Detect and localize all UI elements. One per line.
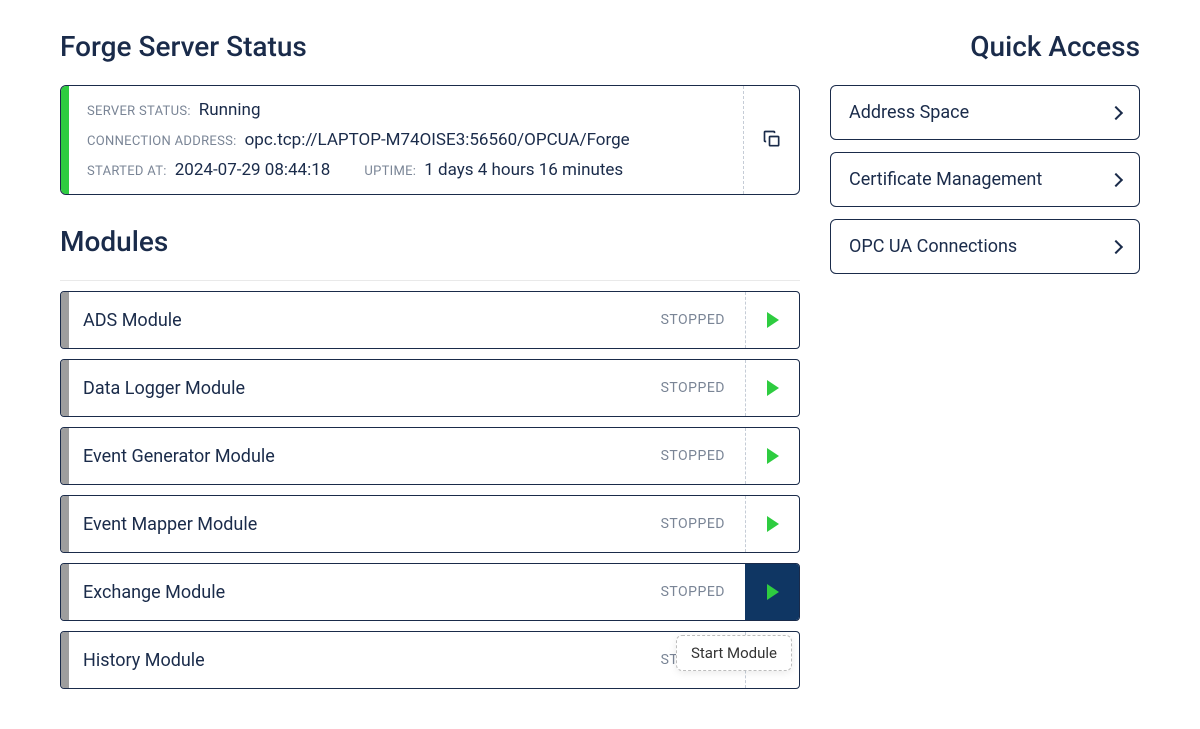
quick-access-label: OPC UA Connections	[849, 236, 1017, 257]
quick-access-list: Address Space Certificate Management OPC U…	[830, 85, 1140, 274]
modules-divider	[60, 280, 800, 281]
module-body: Event Generator Module STOPPED	[69, 428, 745, 484]
quick-access-item[interactable]: Address Space	[830, 85, 1140, 140]
quick-access-item[interactable]: Certificate Management	[830, 152, 1140, 207]
play-icon	[767, 312, 779, 328]
module-status-text: STOPPED	[661, 516, 725, 532]
module-row[interactable]: Exchange Module STOPPED	[60, 563, 800, 621]
module-status-indicator	[61, 564, 69, 620]
module-row[interactable]: Event Generator Module STOPPED	[60, 427, 800, 485]
chevron-right-icon	[1109, 105, 1123, 119]
module-body: Event Mapper Module STOPPED	[69, 496, 745, 552]
module-status-text: STOPPED	[661, 584, 725, 600]
module-name: Exchange Module	[83, 582, 225, 603]
module-status-text: STOPPED	[661, 380, 725, 396]
server-status-title: Forge Server Status	[60, 30, 800, 63]
module-name: Event Generator Module	[83, 446, 275, 467]
copy-icon	[762, 129, 782, 149]
module-status-indicator	[61, 428, 69, 484]
module-status-indicator	[61, 632, 69, 688]
module-body: Data Logger Module STOPPED	[69, 360, 745, 416]
module-row[interactable]: Event Mapper Module STOPPED	[60, 495, 800, 553]
started-at-label: STARTED AT:	[87, 164, 167, 179]
start-module-button[interactable]	[745, 292, 799, 348]
start-module-tooltip: Start Module	[676, 635, 792, 671]
started-at-value: 2024-07-29 08:44:18	[175, 160, 331, 180]
server-status-card: SERVER STATUS: Running CONNECTION ADDRES…	[60, 85, 800, 195]
module-status-text: STOPPED	[661, 312, 725, 328]
module-status-indicator	[61, 496, 69, 552]
play-icon	[767, 516, 779, 532]
module-row[interactable]: Data Logger Module STOPPED	[60, 359, 800, 417]
quick-access-item[interactable]: OPC UA Connections	[830, 219, 1140, 274]
chevron-right-icon	[1109, 172, 1123, 186]
server-status-value: Running	[199, 100, 261, 120]
module-name: ADS Module	[83, 310, 182, 331]
connection-address-value: opc.tcp://LAPTOP-M74OISE3:56560/OPCUA/Fo…	[245, 130, 630, 150]
module-body: ADS Module STOPPED	[69, 292, 745, 348]
module-row[interactable]: ADS Module STOPPED	[60, 291, 800, 349]
copy-address-button[interactable]	[756, 123, 788, 158]
module-name: Data Logger Module	[83, 378, 245, 399]
server-status-label: SERVER STATUS:	[87, 104, 191, 119]
module-status-indicator	[61, 360, 69, 416]
module-name: Event Mapper Module	[83, 514, 257, 535]
play-icon	[767, 584, 779, 600]
quick-access-label: Address Space	[849, 102, 969, 123]
module-body: Exchange Module STOPPED	[69, 564, 745, 620]
module-status-text: STOPPED	[661, 448, 725, 464]
quick-access-title: Quick Access	[830, 30, 1140, 63]
module-status-indicator	[61, 292, 69, 348]
quick-access-label: Certificate Management	[849, 169, 1042, 190]
play-icon	[767, 448, 779, 464]
connection-address-label: CONNECTION ADDRESS:	[87, 134, 237, 149]
start-module-button[interactable]	[745, 428, 799, 484]
start-module-button[interactable]	[745, 360, 799, 416]
uptime-label: UPTIME:	[364, 164, 416, 179]
server-status-indicator	[61, 86, 69, 194]
module-body: History ModuleSTOPPED	[69, 632, 745, 688]
modules-title: Modules	[60, 225, 800, 258]
modules-list: ADS Module STOPPED Data Logger Module STOPP…	[60, 291, 800, 689]
start-module-button[interactable]	[745, 496, 799, 552]
uptime-value: 1 days 4 hours 16 minutes	[424, 160, 623, 180]
start-module-button[interactable]	[745, 564, 799, 620]
chevron-right-icon	[1109, 239, 1123, 253]
play-icon	[767, 380, 779, 396]
